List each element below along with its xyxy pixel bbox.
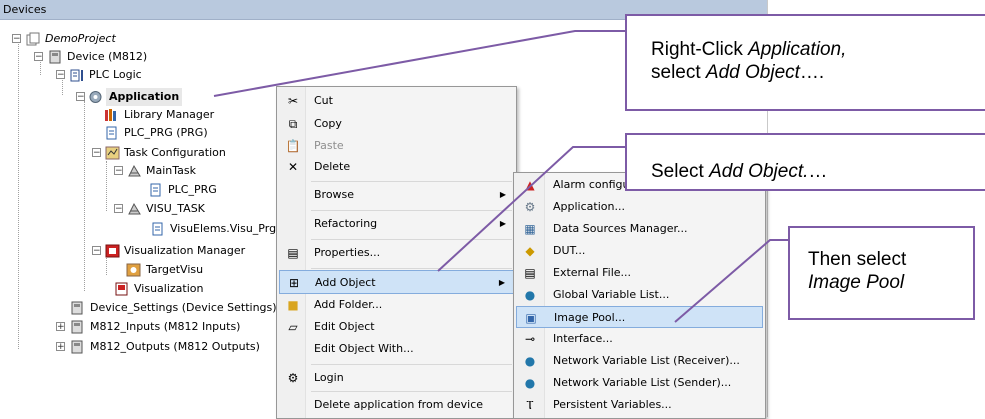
callout-text: …. xyxy=(799,62,825,83)
callout-text: Add Object xyxy=(705,62,800,83)
callout-pointer-3 xyxy=(674,239,790,323)
callout-text: Application, xyxy=(748,39,847,60)
callout-right-click: Right-Click Application, select Add Obje… xyxy=(625,14,985,111)
callout-text: Select xyxy=(651,161,710,182)
callout-text: select xyxy=(651,62,706,83)
callout-text: … xyxy=(808,161,828,182)
callout-select-add-object: Select Add Object.… xyxy=(625,133,985,191)
callout-text: Add Object. xyxy=(709,161,809,182)
callout-pointer-1 xyxy=(213,30,625,97)
callout-text: Then select xyxy=(808,249,907,270)
callout-pointer-2 xyxy=(437,146,625,272)
callout-image-pool: Then select Image Pool xyxy=(788,226,975,320)
callout-text: Right-Click xyxy=(651,39,749,60)
callout-text: Image Pool xyxy=(808,272,905,293)
